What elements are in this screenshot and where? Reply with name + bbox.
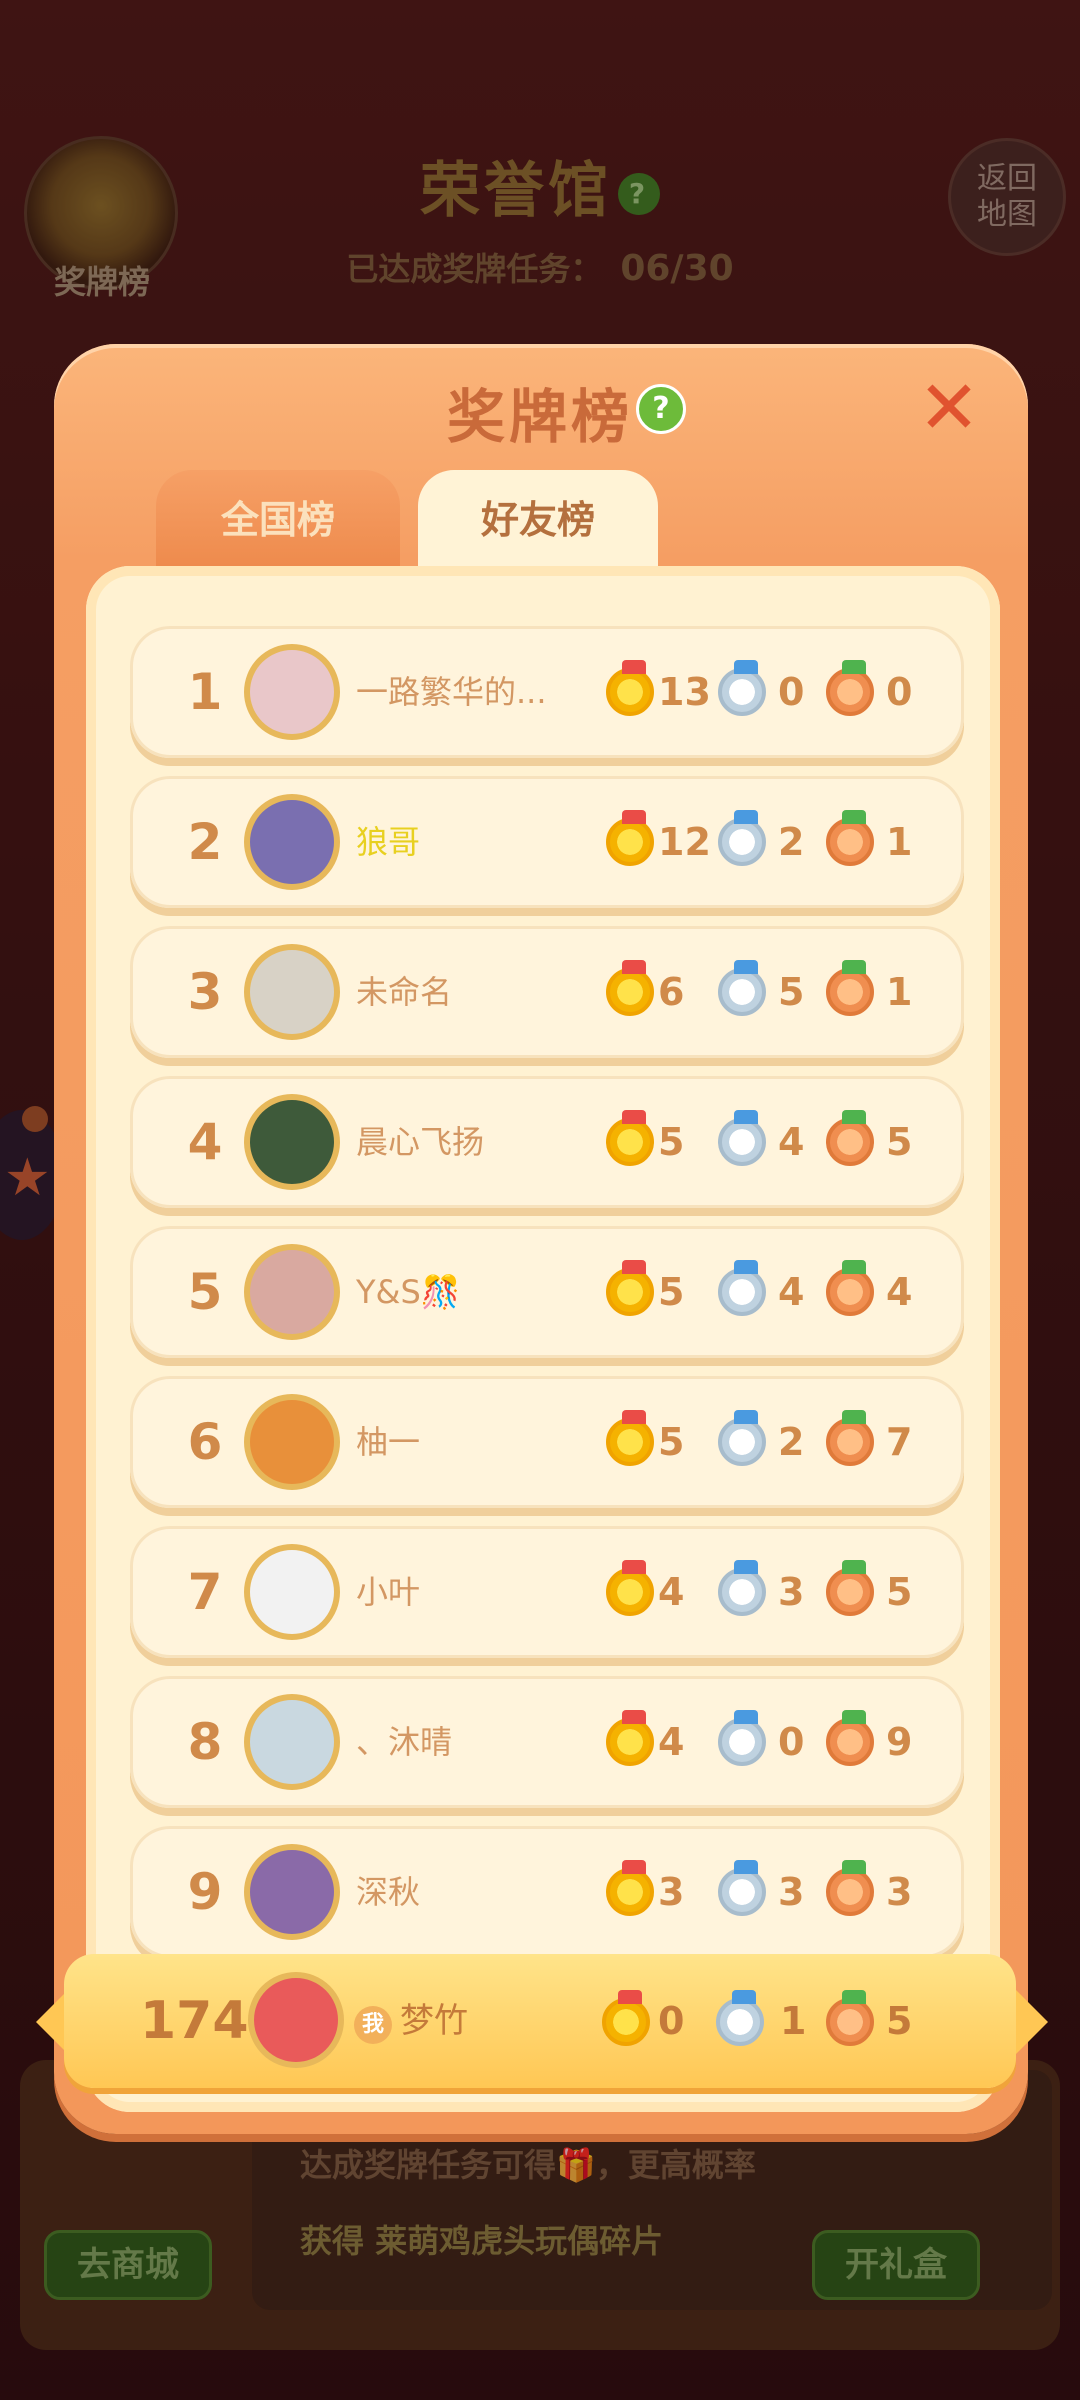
bronze-count: 7 — [886, 1420, 913, 1464]
my-name: 梦竹 — [400, 2001, 468, 2041]
leaderboard-row[interactable]: 5 Y&S🎊 5 4 4 — [130, 1226, 964, 1358]
row-name: 柚一 — [356, 1423, 421, 1461]
bronze-count: 9 — [886, 1720, 913, 1764]
my-avatar[interactable] — [248, 1972, 344, 2068]
my-bronze-medal-icon — [826, 1990, 874, 2046]
row-avatar[interactable] — [244, 1244, 340, 1340]
bronze-medal-icon — [826, 1410, 874, 1466]
silver-count: 0 — [778, 670, 805, 714]
bronze-medal-icon — [826, 1710, 874, 1766]
gold-count: 5 — [658, 1120, 685, 1164]
close-icon[interactable]: ✕ — [918, 371, 980, 445]
leaderboard-row[interactable]: 4 晨心飞扬 5 4 5 — [130, 1076, 964, 1208]
silver-count: 5 — [778, 970, 805, 1014]
silver-count: 4 — [778, 1270, 805, 1314]
silver-count: 0 — [778, 1720, 805, 1764]
bronze-count: 4 — [886, 1270, 913, 1314]
silver-count: 2 — [778, 1420, 805, 1464]
gold-count: 12 — [658, 820, 711, 864]
leaderboard-row[interactable]: 3 未命名 6 5 1 — [130, 926, 964, 1058]
gold-count: 5 — [658, 1420, 685, 1464]
silver-medal-icon — [718, 960, 766, 1016]
bronze-medal-icon — [826, 810, 874, 866]
silver-medal-icon — [718, 660, 766, 716]
gold-medal-icon — [606, 660, 654, 716]
silver-count: 4 — [778, 1120, 805, 1164]
my-gold-medal-icon — [602, 1990, 650, 2046]
leaderboard-row[interactable]: 8 、沐晴 4 0 9 — [130, 1676, 964, 1808]
me-tag: 我 — [354, 2006, 392, 2044]
leaderboard-row[interactable]: 7 小叶 4 3 5 — [130, 1526, 964, 1658]
bronze-count: 5 — [886, 1570, 913, 1614]
leaderboard-row[interactable]: 2 狼哥 12 2 1 — [130, 776, 964, 908]
my-silver-medal-icon — [716, 1990, 764, 2046]
gold-medal-icon — [606, 1260, 654, 1316]
row-name: 深秋 — [356, 1873, 421, 1911]
gold-count: 5 — [658, 1270, 685, 1314]
gold-count: 4 — [658, 1720, 685, 1764]
row-name: 未命名 — [356, 973, 453, 1011]
tab-national[interactable]: 全国榜 — [156, 470, 400, 570]
my-silver-count: 1 — [780, 1999, 807, 2043]
gold-count: 4 — [658, 1570, 685, 1614]
gold-medal-icon — [606, 1110, 654, 1166]
row-avatar[interactable] — [244, 1544, 340, 1640]
row-avatar[interactable] — [244, 1094, 340, 1190]
modal-help-icon[interactable]: ? — [636, 384, 686, 434]
tab-friends[interactable]: 好友榜 — [418, 470, 658, 570]
silver-count: 2 — [778, 820, 805, 864]
bronze-count: 1 — [886, 820, 913, 864]
silver-medal-icon — [718, 1260, 766, 1316]
row-avatar[interactable] — [244, 644, 340, 740]
silver-medal-icon — [718, 1710, 766, 1766]
me-bar-right-arrow — [1016, 1990, 1048, 2054]
leaderboard-row[interactable]: 9 深秋 3 3 3 — [130, 1826, 964, 1958]
gold-medal-icon — [606, 960, 654, 1016]
silver-count: 3 — [778, 1570, 805, 1614]
bronze-medal-icon — [826, 1260, 874, 1316]
row-name: 狼哥 — [356, 823, 421, 861]
gold-medal-icon — [606, 1710, 654, 1766]
row-avatar[interactable] — [244, 1844, 340, 1940]
gold-medal-icon — [606, 1860, 654, 1916]
row-name: Y&S🎊 — [356, 1273, 461, 1311]
row-name: 、沐晴 — [356, 1723, 453, 1761]
my-rank: 174 — [140, 1991, 249, 2051]
row-avatar[interactable] — [244, 944, 340, 1040]
bronze-medal-icon — [826, 1560, 874, 1616]
bronze-medal-icon — [826, 960, 874, 1016]
bronze-count: 1 — [886, 970, 913, 1014]
leaderboard-row[interactable]: 6 柚一 5 2 7 — [130, 1376, 964, 1508]
gold-medal-icon — [606, 810, 654, 866]
silver-medal-icon — [718, 1860, 766, 1916]
row-avatar[interactable] — [244, 1394, 340, 1490]
silver-count: 3 — [778, 1870, 805, 1914]
gold-count: 6 — [658, 970, 685, 1014]
gold-count: 13 — [658, 670, 711, 714]
silver-medal-icon — [718, 1410, 766, 1466]
my-bronze-count: 5 — [886, 1999, 913, 2043]
bronze-medal-icon — [826, 660, 874, 716]
bronze-medal-icon — [826, 1110, 874, 1166]
my-gold-count: 0 — [658, 1999, 685, 2043]
bronze-count: 5 — [886, 1120, 913, 1164]
gold-count: 3 — [658, 1870, 685, 1914]
bronze-medal-icon — [826, 1860, 874, 1916]
row-name: 晨心飞扬 — [356, 1123, 485, 1161]
bronze-count: 3 — [886, 1870, 913, 1914]
row-avatar[interactable] — [244, 794, 340, 890]
gold-medal-icon — [606, 1410, 654, 1466]
row-name: 小叶 — [356, 1573, 421, 1611]
row-name: 一路繁华的... — [356, 673, 547, 711]
row-avatar[interactable] — [244, 1694, 340, 1790]
silver-medal-icon — [718, 1110, 766, 1166]
silver-medal-icon — [718, 1560, 766, 1616]
silver-medal-icon — [718, 810, 766, 866]
leaderboard-row[interactable]: 1 一路繁华的... 13 0 0 — [130, 626, 964, 758]
bronze-count: 0 — [886, 670, 913, 714]
gold-medal-icon — [606, 1560, 654, 1616]
